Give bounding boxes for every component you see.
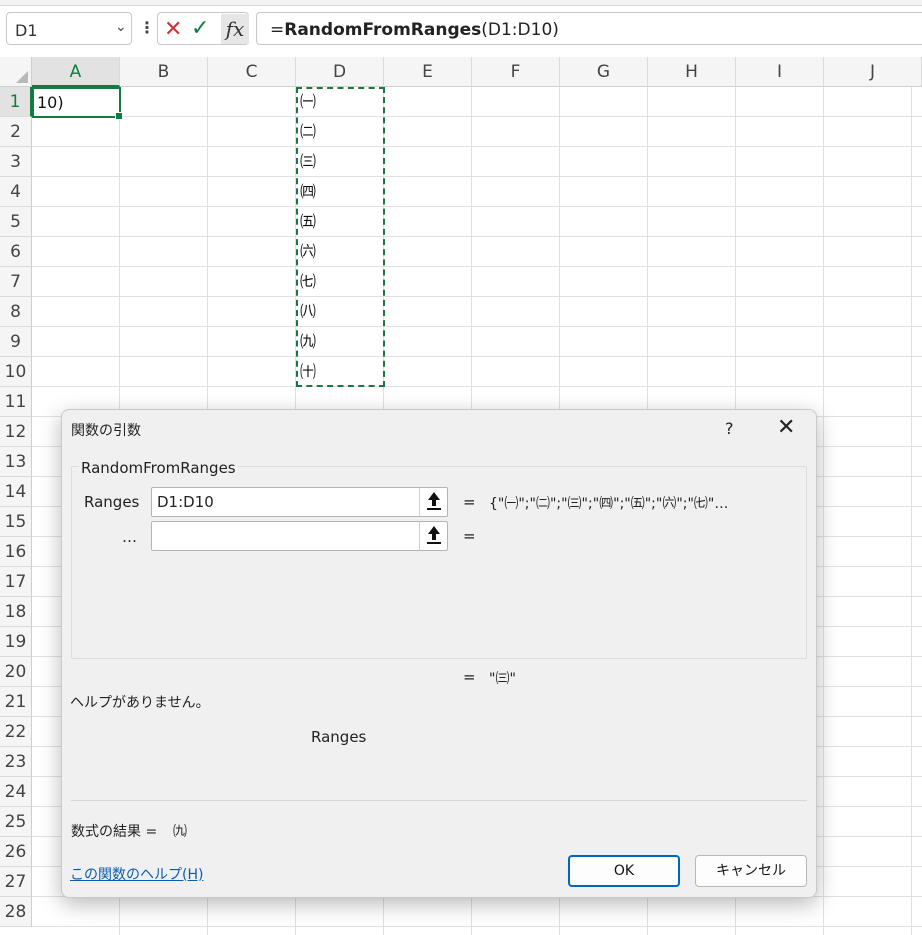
column-header-g[interactable]: G [560, 57, 648, 87]
row-header-12[interactable]: 12 [0, 417, 32, 447]
enter-formula-icon[interactable]: ✓ [191, 16, 209, 41]
row-header-27[interactable]: 27 [0, 867, 32, 897]
select-all-corner[interactable] [0, 57, 32, 87]
row-header-22[interactable]: 22 [0, 717, 32, 747]
column-header-j[interactable]: J [824, 57, 922, 87]
row-header-18[interactable]: 18 [0, 597, 32, 627]
cell-a1-value: 10) [37, 93, 64, 112]
formula-function: RandomFromRanges [284, 20, 482, 40]
collapse-dialog-icon[interactable] [419, 522, 447, 550]
column-header-h[interactable]: H [648, 57, 736, 87]
row-header-17[interactable]: 17 [0, 567, 32, 597]
divider [71, 800, 807, 801]
column-header-f[interactable]: F [472, 57, 560, 87]
function-result-equals: = [463, 668, 476, 686]
help-icon[interactable]: ? [725, 419, 734, 438]
row-header-2[interactable]: 2 [0, 117, 32, 147]
name-box[interactable]: D1 ⌄ [6, 12, 132, 45]
row-header-25[interactable]: 25 [0, 807, 32, 837]
formula-args: (D1:D10) [481, 20, 559, 40]
formula-prefix: = [270, 20, 285, 40]
function-result-value: "㈢" [489, 671, 516, 687]
row-header-23[interactable]: 23 [0, 747, 32, 777]
function-description: ヘルプがありません。 [70, 695, 210, 711]
column-header-i[interactable]: I [736, 57, 824, 87]
row-header-14[interactable]: 14 [0, 477, 32, 507]
arg2-label: … [122, 528, 137, 546]
cancel-button[interactable]: キャンセル [695, 855, 807, 887]
name-box-value: D1 [15, 21, 38, 40]
argument-description-name: Ranges [311, 728, 367, 746]
row-header-5[interactable]: 5 [0, 207, 32, 237]
formula-result-label: 数式の結果 = [71, 824, 158, 840]
close-icon[interactable]: ✕ [777, 415, 795, 440]
column-header-d[interactable]: D [296, 57, 384, 87]
row-header-21[interactable]: 21 [0, 687, 32, 717]
cancel-formula-icon[interactable]: ✕ [164, 17, 182, 42]
ranges-input-value: D1:D10 [157, 493, 214, 511]
formula-buttons: ✕ ✓ fx [157, 12, 249, 45]
insert-function-icon[interactable]: fx [221, 14, 249, 44]
row-header-20[interactable]: 20 [0, 657, 32, 687]
column-header-a[interactable]: A [32, 57, 120, 87]
row-header-6[interactable]: 6 [0, 237, 32, 267]
ok-button[interactable]: OK [568, 855, 680, 887]
row-header-8[interactable]: 8 [0, 297, 32, 327]
row-header-24[interactable]: 24 [0, 777, 32, 807]
column-header-c[interactable]: C [208, 57, 296, 87]
column-header-e[interactable]: E [384, 57, 472, 87]
arg1-equals: = [463, 493, 476, 511]
column-header-b[interactable]: B [120, 57, 208, 87]
more-options-icon[interactable]: ⋮ [139, 18, 155, 37]
collapse-dialog-icon[interactable] [419, 488, 447, 516]
additional-arg-input[interactable] [151, 521, 448, 551]
ranges-input[interactable]: D1:D10 [151, 487, 448, 517]
arg2-equals: = [463, 527, 476, 545]
formula-input[interactable]: =RandomFromRanges(D1:D10) [256, 12, 922, 45]
function-help-link[interactable]: この関数のヘルプ(H) [70, 864, 203, 884]
row-header-4[interactable]: 4 [0, 177, 32, 207]
row-header-19[interactable]: 19 [0, 627, 32, 657]
row-header-3[interactable]: 3 [0, 147, 32, 177]
copy-range-marquee [296, 87, 385, 387]
function-arguments-dialog: 関数の引数 ? ✕ RandomFromRanges Ranges D1:D10… [61, 409, 817, 898]
row-header-28[interactable]: 28 [0, 897, 32, 927]
function-name: RandomFromRanges [79, 459, 238, 477]
row-header-16[interactable]: 16 [0, 537, 32, 567]
row-header-9[interactable]: 9 [0, 327, 32, 357]
formula-result-value: ㈨ [173, 824, 187, 840]
row-header-13[interactable]: 13 [0, 447, 32, 477]
arg1-label: Ranges [84, 493, 140, 511]
row-header-26[interactable]: 26 [0, 837, 32, 867]
dialog-title: 関数の引数 [71, 423, 141, 439]
chevron-down-icon[interactable]: ⌄ [115, 19, 127, 35]
row-header-1[interactable]: 1 [0, 87, 32, 117]
formula-text: =RandomFromRanges(D1:D10) [270, 20, 559, 40]
arg1-evaluated-value: {"㈠";"㈡";"㈢";"㈣";"㈤";"㈥";"㈦"… [489, 496, 729, 512]
fill-handle[interactable] [115, 112, 123, 120]
active-cell-a1[interactable]: 10) [32, 87, 123, 120]
row-header-7[interactable]: 7 [0, 267, 32, 297]
row-header-15[interactable]: 15 [0, 507, 32, 537]
row-header-10[interactable]: 10 [0, 357, 32, 387]
row-header-11[interactable]: 11 [0, 387, 32, 417]
